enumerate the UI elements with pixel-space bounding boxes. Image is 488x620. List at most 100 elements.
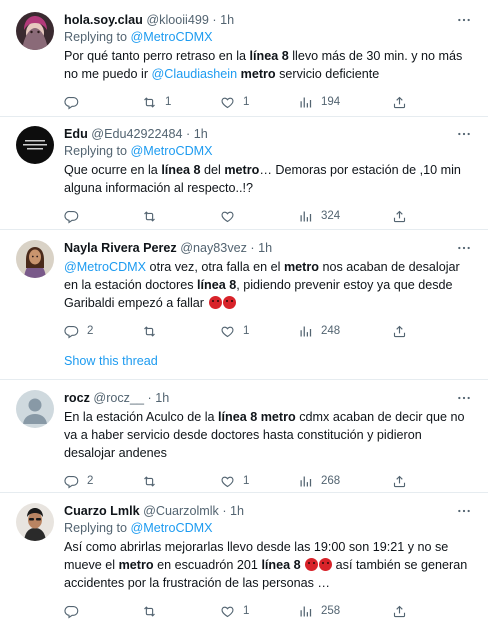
author-name[interactable]: Cuarzo Lmlk [64, 504, 140, 518]
share-button[interactable] [392, 472, 407, 490]
tweet-header: rocz @rocz__ · 1h [64, 390, 472, 406]
views-count: 194 [321, 96, 341, 108]
author-handle[interactable]: @Cuarzolmlk [143, 504, 219, 518]
replying-to-link[interactable]: @MetroCDMX [131, 144, 213, 158]
like-button[interactable]: 1 [220, 93, 249, 111]
text-part: Por qué tanto perro retraso en la [64, 49, 250, 63]
more-icon[interactable] [456, 126, 472, 142]
like-icon [220, 95, 235, 110]
avatar[interactable] [16, 126, 54, 164]
replying-to-label: Replying to [64, 30, 131, 44]
action-bar: 1 1 194 [64, 93, 472, 111]
reply-count: 2 [87, 475, 94, 487]
avatar[interactable] [16, 240, 54, 278]
reply-button[interactable]: 2 [64, 322, 93, 340]
action-bar: 2 1 248 [64, 322, 472, 340]
mention-link[interactable]: @Claudiashein [152, 67, 238, 81]
mention-link[interactable]: @MetroCDMX [64, 260, 146, 274]
avatar[interactable] [16, 503, 54, 541]
like-button[interactable] [220, 207, 243, 225]
replying-to: Replying to @MetroCDMX [64, 520, 472, 536]
angry-face-icon [208, 296, 222, 309]
views-button[interactable]: 248 [298, 322, 340, 340]
like-count: 1 [243, 605, 250, 617]
tweet-rocz[interactable]: rocz @rocz__ · 1h En la estación Aculco … [0, 380, 488, 493]
text-bold: línea 8 metro [218, 410, 296, 424]
reply-button[interactable] [64, 207, 87, 225]
views-icon [298, 604, 313, 619]
retweet-icon [142, 209, 157, 224]
tweet-edu[interactable]: Edu @Edu42922484 · 1h Replying to @Metro… [0, 117, 488, 230]
author-handle[interactable]: @rocz__ [93, 391, 144, 405]
tweet-header: Cuarzo Lmlk @Cuarzolmlk · 1h [64, 503, 472, 519]
replying-to-link[interactable]: @MetroCDMX [131, 30, 213, 44]
replying-to-link[interactable]: @MetroCDMX [131, 521, 213, 535]
tweet-nayla-rivera-perez[interactable]: Nayla Rivera Perez @nay83vez · 1h @Metro… [0, 230, 488, 380]
tweet-cuarzo-lmlk[interactable]: Cuarzo Lmlk @Cuarzolmlk · 1h Replying to… [0, 493, 488, 620]
author-name[interactable]: hola.soy.clau [64, 13, 143, 27]
author-handle[interactable]: @nay83vez [180, 241, 247, 255]
timestamp[interactable]: 1h [230, 504, 244, 518]
tweet-text: Así como abrirlas mejorarlas llevo desde… [64, 538, 472, 592]
author-name[interactable]: rocz [64, 391, 90, 405]
retweet-button[interactable] [142, 602, 165, 620]
share-icon [392, 604, 407, 619]
retweet-count: 1 [165, 96, 172, 108]
action-bar: 1 258 [64, 602, 472, 620]
retweet-icon [142, 324, 157, 339]
share-button[interactable] [392, 93, 407, 111]
text-bold: metro [118, 558, 154, 572]
author-handle[interactable]: @klooii499 [146, 13, 209, 27]
author-name[interactable]: Nayla Rivera Perez [64, 241, 177, 255]
tweet-hola-soy-clau[interactable]: hola.soy.clau @klooii499 · 1h Replying t… [0, 0, 488, 117]
like-count: 1 [243, 475, 250, 487]
author-name[interactable]: Edu [64, 127, 88, 141]
more-icon[interactable] [456, 12, 472, 28]
tweet-header: Nayla Rivera Perez @nay83vez · 1h [64, 240, 472, 256]
text-part [301, 558, 305, 572]
avatar[interactable] [16, 12, 54, 50]
reply-button[interactable] [64, 93, 87, 111]
retweet-button[interactable] [142, 472, 165, 490]
more-icon[interactable] [456, 240, 472, 256]
share-button[interactable] [392, 322, 407, 340]
views-button[interactable]: 268 [298, 472, 340, 490]
text-bold: línea 8 [197, 278, 237, 292]
timestamp[interactable]: 1h [220, 13, 234, 27]
like-button[interactable]: 1 [220, 472, 249, 490]
replying-to-label: Replying to [64, 521, 131, 535]
reply-button[interactable]: 2 [64, 472, 93, 490]
views-button[interactable]: 194 [298, 93, 340, 111]
views-button[interactable]: 258 [298, 602, 340, 620]
author-handle[interactable]: @Edu42922484 [91, 127, 182, 141]
like-count: 1 [243, 96, 250, 108]
retweet-button[interactable] [142, 322, 165, 340]
show-thread-link[interactable]: Show this thread [64, 353, 158, 369]
more-icon[interactable] [456, 390, 472, 406]
more-icon[interactable] [456, 503, 472, 519]
text-bold: metro [283, 260, 319, 274]
timestamp[interactable]: 1h [194, 127, 208, 141]
tweet-text: Por qué tanto perro retraso en la línea … [64, 47, 472, 83]
like-button[interactable]: 1 [220, 602, 249, 620]
tweet-header: hola.soy.clau @klooii499 · 1h [64, 12, 472, 28]
share-button[interactable] [392, 602, 407, 620]
views-icon [298, 209, 313, 224]
reply-icon [64, 474, 79, 489]
timestamp[interactable]: 1h [155, 391, 169, 405]
views-icon [298, 324, 313, 339]
retweet-button[interactable] [142, 207, 165, 225]
like-icon [220, 474, 235, 489]
tweet-text: Que ocurre en la línea 8 del metro… Demo… [64, 161, 472, 197]
share-button[interactable] [392, 207, 407, 225]
like-count: 1 [243, 325, 250, 337]
reply-icon [64, 604, 79, 619]
avatar[interactable] [16, 390, 54, 428]
views-button[interactable]: 324 [298, 207, 340, 225]
replying-to: Replying to @MetroCDMX [64, 29, 472, 45]
reply-button[interactable] [64, 602, 87, 620]
text-part: en escuadrón 201 [153, 558, 262, 572]
like-button[interactable]: 1 [220, 322, 249, 340]
retweet-button[interactable]: 1 [142, 93, 171, 111]
timestamp[interactable]: 1h [258, 241, 272, 255]
